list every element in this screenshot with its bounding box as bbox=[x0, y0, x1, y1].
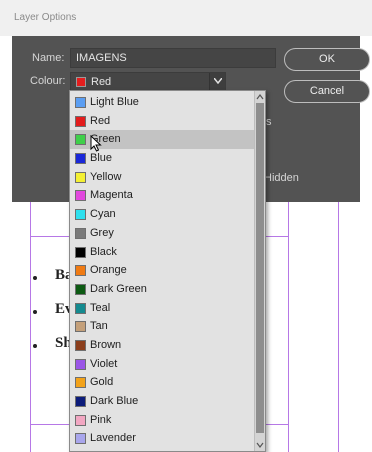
colour-option[interactable]: Teal bbox=[70, 299, 255, 318]
colour-option-label: Light Blue bbox=[90, 96, 139, 108]
colour-option-label: Orange bbox=[90, 264, 127, 277]
colour-option-label: Pink bbox=[90, 413, 112, 426]
colour-option[interactable]: Black bbox=[70, 243, 255, 262]
colour-option-swatch bbox=[75, 377, 86, 389]
colour-option[interactable]: Magenta bbox=[70, 186, 255, 205]
colour-option-swatch bbox=[75, 171, 86, 183]
scroll-up-icon[interactable] bbox=[255, 92, 265, 102]
colour-option-swatch bbox=[75, 190, 86, 202]
name-label: Name: bbox=[32, 52, 65, 64]
colour-option-swatch bbox=[75, 396, 86, 407]
bullet-dot bbox=[33, 344, 37, 348]
hidden-option-label[interactable]: Hidden bbox=[264, 172, 299, 184]
colour-select[interactable]: Red bbox=[70, 72, 226, 91]
colour-option-label: Teal bbox=[90, 301, 111, 314]
colour-option-swatch bbox=[75, 97, 86, 108]
scroll-down-icon[interactable] bbox=[255, 440, 265, 450]
colour-option-label: Black bbox=[90, 245, 117, 258]
mouse-cursor-icon bbox=[90, 135, 102, 152]
cancel-button[interactable]: Cancel bbox=[284, 80, 370, 103]
colour-option[interactable]: Pink bbox=[70, 411, 255, 430]
bullet-dot bbox=[33, 276, 37, 280]
colour-option[interactable]: Grey bbox=[70, 224, 255, 243]
colour-option-label: Blue bbox=[90, 152, 113, 165]
frame-guide-outer bbox=[338, 202, 339, 452]
frame-guide-left bbox=[30, 202, 31, 452]
bullet-dot bbox=[33, 310, 37, 314]
title-bar: Layer Options bbox=[0, 0, 372, 36]
option-label-partial: s bbox=[266, 116, 272, 128]
colour-option[interactable]: Tan bbox=[70, 317, 255, 336]
colour-option-label: Yellow bbox=[90, 170, 122, 183]
colour-option-swatch bbox=[75, 302, 86, 314]
colour-option-swatch bbox=[75, 246, 86, 258]
colour-option-swatch bbox=[75, 414, 86, 426]
colour-option-swatch bbox=[75, 433, 86, 445]
colour-option[interactable]: Light Blue bbox=[70, 93, 255, 112]
colour-option-label: Lavender bbox=[90, 432, 136, 445]
colour-option[interactable]: Dark Green bbox=[70, 280, 255, 299]
colour-option[interactable]: Lavender bbox=[70, 429, 255, 448]
window-title: Layer Options bbox=[14, 12, 77, 23]
colour-option[interactable]: Yellow bbox=[70, 168, 255, 187]
colour-label: Colour: bbox=[30, 75, 66, 87]
colour-option[interactable]: Violet bbox=[70, 355, 255, 374]
colour-option[interactable]: Orange bbox=[70, 261, 255, 280]
colour-option-label: Gold bbox=[90, 376, 114, 389]
frame-guide-right bbox=[288, 202, 289, 452]
colour-value: Red bbox=[91, 76, 112, 88]
colour-option-label: Brown bbox=[90, 338, 122, 351]
colour-option-label: Cyan bbox=[90, 208, 116, 221]
name-field[interactable]: IMAGENS bbox=[70, 48, 276, 68]
colour-option-swatch bbox=[75, 153, 86, 165]
colour-option[interactable]: Red bbox=[70, 112, 255, 131]
ok-button[interactable]: OK bbox=[284, 48, 370, 71]
colour-option-label: Red bbox=[90, 114, 111, 127]
colour-option-swatch bbox=[75, 209, 86, 221]
colour-option-swatch bbox=[75, 321, 86, 333]
scrollbar[interactable] bbox=[254, 91, 265, 451]
colour-option[interactable]: Dark Blue bbox=[70, 392, 255, 411]
colour-option-label: Violet bbox=[90, 357, 118, 370]
colour-option-swatch bbox=[75, 115, 86, 127]
scrollbar-thumb[interactable] bbox=[256, 103, 264, 433]
colour-option-swatch bbox=[75, 283, 86, 295]
colour-option-label: Dark Blue bbox=[90, 395, 139, 407]
colour-option[interactable]: Brown bbox=[70, 336, 255, 355]
colour-option-swatch bbox=[75, 265, 86, 277]
colour-option-swatch bbox=[75, 339, 86, 351]
colour-option-label: Tan bbox=[90, 320, 108, 333]
colour-option-swatch bbox=[75, 134, 86, 146]
chevron-down-icon[interactable] bbox=[209, 73, 225, 90]
colour-swatch bbox=[76, 77, 86, 87]
colour-option-swatch bbox=[75, 358, 86, 370]
colour-option[interactable]: Cyan bbox=[70, 205, 255, 224]
colour-option-swatch bbox=[75, 227, 86, 239]
colour-option[interactable] bbox=[70, 448, 255, 451]
colour-option[interactable]: Gold bbox=[70, 373, 255, 392]
colour-option-label: Dark Green bbox=[90, 282, 147, 295]
colour-option-label: Magenta bbox=[90, 189, 133, 202]
colour-option-label: Grey bbox=[90, 226, 114, 239]
